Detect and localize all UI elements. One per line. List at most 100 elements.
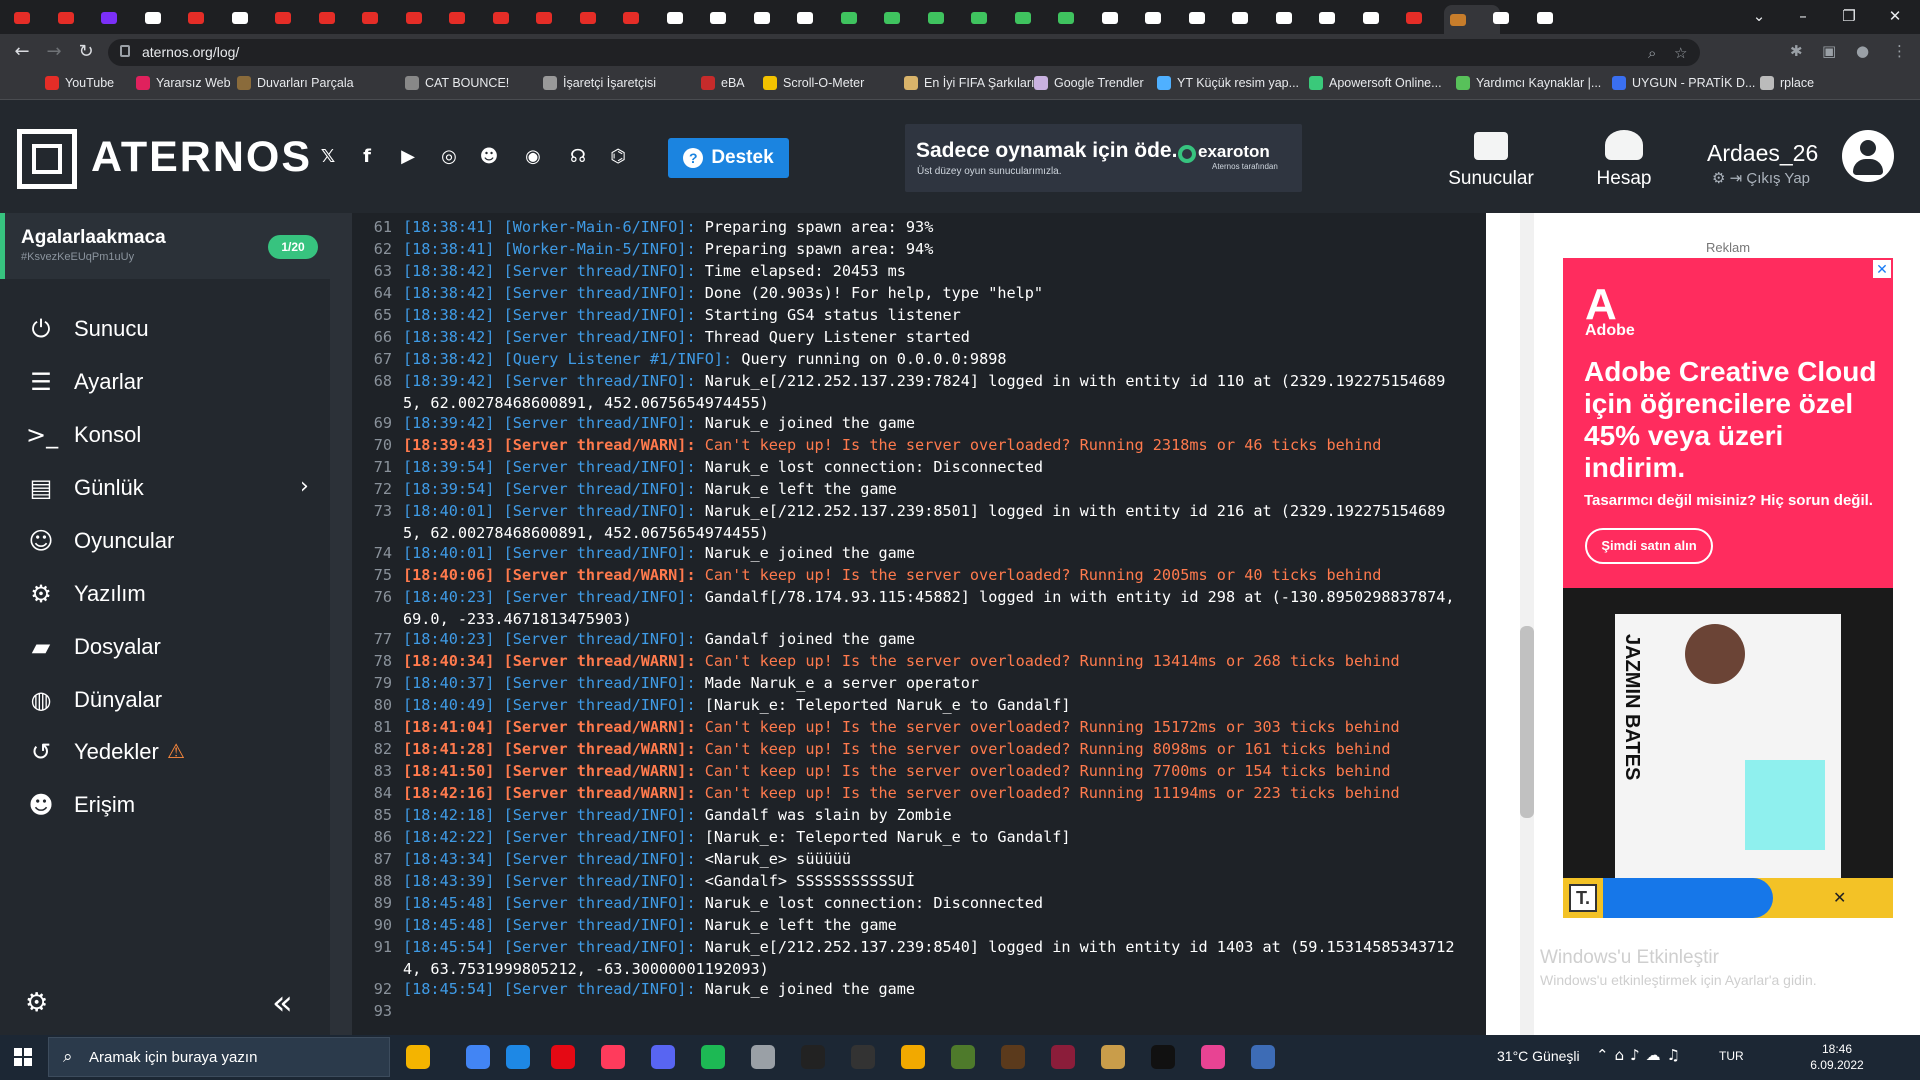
instagram-icon[interactable]: ◎ — [436, 144, 462, 170]
sidebar-item-yedekler[interactable]: ↺ Yedekler ⚠ — [0, 728, 330, 776]
taskbar-app-icon[interactable] — [601, 1045, 625, 1069]
browser-tab[interactable] — [922, 5, 962, 31]
bookmark-item[interactable]: İşaretçi İşaretçisi — [543, 76, 656, 90]
browser-tab[interactable] — [835, 5, 875, 31]
sidebar-item-dunyalar[interactable]: ◍ Dünyalar — [0, 676, 330, 724]
taskbar-search-input[interactable]: ⌕ Aramak için buraya yazın — [48, 1037, 390, 1077]
bookmark-item[interactable]: eBA — [701, 76, 745, 90]
browser-tab[interactable] — [1009, 5, 1049, 31]
browser-tab[interactable] — [530, 5, 570, 31]
tab-search-icon[interactable]: ⌄ — [1736, 4, 1782, 30]
scrollbar-thumb[interactable] — [1520, 626, 1534, 818]
browser-tab[interactable] — [704, 5, 744, 31]
bookmark-star-icon[interactable]: ☆ — [1674, 44, 1687, 62]
bookmark-item[interactable]: Yardımcı Kaynaklar |... — [1456, 76, 1601, 90]
taskbar-app-icon[interactable] — [1001, 1045, 1025, 1069]
taskbar-app-icon[interactable] — [651, 1045, 675, 1069]
clock[interactable]: 18:46 6.09.2022 — [1806, 1041, 1868, 1073]
browser-tab[interactable] — [226, 5, 266, 31]
logout-link[interactable]: ⚙ ⇥ Çıkış Yap — [1712, 169, 1810, 187]
browser-tab[interactable] — [748, 5, 788, 31]
bookmark-item[interactable]: Duvarları Parçala — [237, 76, 354, 90]
exaroton-ad-banner[interactable]: Sadece oynamak için öde. Üst düzey oyun … — [905, 124, 1302, 192]
taskbar-app-icon[interactable] — [551, 1045, 575, 1069]
forward-button[interactable]: → — [42, 41, 66, 63]
weather-widget[interactable]: 31°C Güneşli — [1497, 1048, 1580, 1064]
taskbar-app-icon[interactable] — [506, 1045, 530, 1069]
browser-tab[interactable] — [182, 5, 222, 31]
browser-tab[interactable] — [487, 5, 527, 31]
browser-tab[interactable] — [617, 5, 657, 31]
tray-icons[interactable]: ⌃⌂♪☁♫ — [1596, 1046, 1686, 1064]
browser-tab[interactable] — [965, 5, 1005, 31]
extensions-icon[interactable]: ✱ — [1790, 42, 1803, 60]
reddit-icon[interactable]: ☻ — [476, 144, 502, 170]
browser-tab[interactable] — [878, 5, 918, 31]
taskbar-app-icon[interactable] — [1201, 1045, 1225, 1069]
sidebar-item-gunluk[interactable]: ▤ Günlük › — [0, 464, 330, 512]
github-icon[interactable]: ⌬ — [605, 144, 631, 170]
scrollbar-track[interactable] — [1520, 213, 1534, 1035]
browser-tab[interactable] — [1270, 5, 1310, 31]
minimize-button[interactable]: – — [1780, 4, 1826, 30]
headset-icon[interactable]: ☊ — [565, 144, 591, 170]
server-selector[interactable]: Agalarlaakmaca #KsvezKeEUqPm1uUy 1/20 — [0, 213, 330, 279]
browser-tab[interactable] — [661, 5, 701, 31]
sidebar-item-konsol[interactable]: >_ Konsol — [0, 411, 330, 459]
taskbar-app-icon[interactable] — [406, 1045, 430, 1069]
youtube-icon[interactable]: ▶ — [395, 144, 421, 170]
browser-tab[interactable] — [139, 5, 179, 31]
taskbar-app-icon[interactable] — [1151, 1045, 1175, 1069]
sidebar-item-ayarlar[interactable]: ☰ Ayarlar — [0, 358, 330, 406]
close-window-button[interactable]: ✕ — [1872, 4, 1918, 30]
facebook-icon[interactable]: f — [354, 144, 380, 170]
browser-tab[interactable] — [1400, 5, 1440, 31]
account-nav[interactable]: Hesap — [1574, 126, 1674, 190]
bookmark-item[interactable]: Scroll-O-Meter — [763, 76, 864, 90]
taskbar-app-icon[interactable] — [851, 1045, 875, 1069]
language-indicator[interactable]: TUR — [1719, 1049, 1744, 1063]
avatar[interactable] — [1842, 130, 1894, 182]
sidebar-item-yazilim[interactable]: ⚙ Yazılım — [0, 570, 330, 618]
browser-tab[interactable] — [1487, 5, 1527, 31]
browser-tab[interactable] — [1531, 5, 1571, 31]
sidebar-item-erisim[interactable]: ☻ Erişim — [0, 781, 330, 829]
browser-tab[interactable] — [269, 5, 309, 31]
menu-icon[interactable]: ⋮ — [1892, 42, 1907, 60]
buy-now-button[interactable]: Şimdi satın alın — [1585, 528, 1713, 564]
browser-tab[interactable] — [313, 5, 353, 31]
profile-icon[interactable]: ● — [1856, 42, 1869, 60]
taskbar-app-icon[interactable] — [466, 1045, 490, 1069]
browser-tab[interactable] — [1183, 5, 1223, 31]
log-console[interactable]: 61 [18:38:41] [Worker-Main-6/INFO]: Prepa… — [352, 213, 1486, 1035]
ad-close-icon[interactable]: ✕ — [1873, 260, 1891, 278]
browser-tab[interactable] — [1313, 5, 1353, 31]
browser-tab[interactable] — [400, 5, 440, 31]
restore-button[interactable]: ❐ — [1826, 4, 1872, 30]
bookmark-item[interactable]: Yararsız Web — [136, 76, 231, 90]
browser-tab[interactable] — [1096, 5, 1136, 31]
sidebar-item-sunucu[interactable]: ⏻ Sunucu — [0, 305, 330, 353]
bookmark-item[interactable]: CAT BOUNCE! — [405, 76, 509, 90]
servers-nav[interactable]: Sunucular — [1441, 126, 1541, 190]
taskbar-app-icon[interactable] — [701, 1045, 725, 1069]
bookmark-item[interactable]: UYGUN - PRATİK D... — [1612, 76, 1755, 90]
browser-tab[interactable] — [1052, 5, 1092, 31]
bookmark-item[interactable]: rplace — [1760, 76, 1814, 90]
discord-icon[interactable]: ◉ — [520, 144, 546, 170]
taskbar-app-icon[interactable] — [901, 1045, 925, 1069]
bookmark-item[interactable]: En İyi FIFA Şarkıları... — [904, 76, 1045, 90]
browser-tab[interactable] — [1139, 5, 1179, 31]
sidepanel-icon[interactable]: ▣ — [1822, 42, 1836, 60]
bookmark-item[interactable]: Google Trendler — [1034, 76, 1144, 90]
url-field[interactable]: aternos.org/log/ ⌕ ☆ — [108, 39, 1700, 66]
adobe-ad[interactable]: ✕ A Adobe Adobe Creative Cloud için öğre… — [1563, 258, 1893, 918]
browser-tab[interactable] — [8, 5, 48, 31]
browser-tab[interactable] — [1226, 5, 1266, 31]
browser-tab[interactable] — [52, 5, 92, 31]
reload-button[interactable]: ↻ — [74, 41, 98, 63]
taskbar-app-icon[interactable] — [1101, 1045, 1125, 1069]
aternos-logo-text[interactable]: ATERNOS — [91, 133, 312, 182]
zoom-icon[interactable]: ⌕ — [1648, 44, 1656, 62]
sidebar-item-oyuncular[interactable]: ☺ Oyuncular — [0, 517, 330, 565]
